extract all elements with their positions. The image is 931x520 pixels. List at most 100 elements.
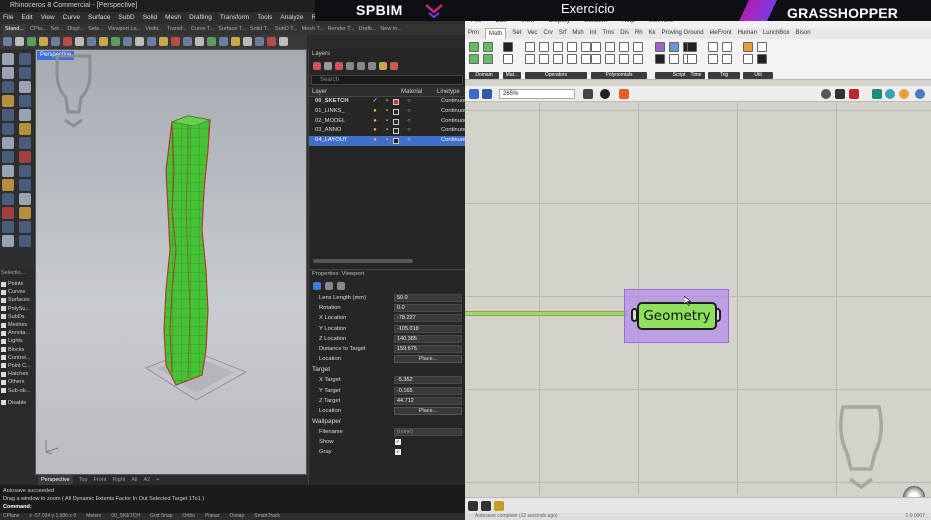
property-value-field[interactable]: -78.227	[394, 314, 462, 323]
tool-icon[interactable]	[2, 235, 14, 247]
checkbox[interactable]	[1, 281, 6, 287]
util-icon[interactable]	[743, 42, 753, 52]
toolbar-tab[interactable]: Curve T...	[191, 24, 214, 35]
gh-tab[interactable]: Crv	[543, 28, 552, 39]
checkbox[interactable]	[1, 371, 6, 377]
checkbox[interactable]	[1, 289, 6, 295]
toolbar-command-icon[interactable]	[183, 37, 192, 46]
tool-icon[interactable]	[19, 151, 31, 163]
power-icon[interactable]	[619, 54, 629, 64]
perspective-viewport[interactable]: Perspective	[35, 49, 307, 475]
layer-name[interactable]: 02_MODEL	[309, 117, 369, 127]
selection-filter-item[interactable]: Control...	[1, 354, 33, 362]
layer-lock-icon[interactable]: ▪	[381, 136, 393, 146]
material-icon[interactable]: ○	[403, 107, 415, 117]
tool-icon[interactable]	[19, 123, 31, 135]
power-icon[interactable]	[605, 54, 615, 64]
selection-filter-item[interactable]: Lights	[1, 337, 33, 345]
layer-states-icon[interactable]	[390, 62, 398, 70]
new-layer-icon[interactable]	[313, 62, 321, 70]
tool-icon[interactable]	[19, 221, 31, 233]
tool-icon[interactable]	[2, 165, 14, 177]
power-icon[interactable]	[591, 54, 601, 64]
selection-filter-item[interactable]: Points	[1, 280, 33, 288]
selection-filter-item[interactable]: Others	[1, 378, 33, 386]
tool-icon[interactable]	[19, 109, 31, 121]
layer-linetype[interactable]: Continuous	[441, 107, 465, 117]
toolbar-command-icon[interactable]	[99, 37, 108, 46]
toolbar-tab[interactable]: Stand...	[3, 24, 26, 35]
viewport-tab[interactable]: Front	[94, 475, 107, 485]
layer-color-swatch[interactable]	[393, 99, 399, 105]
toolbar-command-icon[interactable]	[111, 37, 120, 46]
layer-linetype[interactable]: Continuous	[441, 97, 465, 107]
toolbar-tab[interactable]: Surface T...	[218, 24, 246, 35]
tool-icon[interactable]	[2, 137, 14, 149]
cosine-icon[interactable]	[722, 42, 732, 52]
layer-visible-icon[interactable]: ●	[369, 107, 381, 117]
layer-name[interactable]: 04_LAYOUT	[309, 136, 369, 146]
toolbar-command-icon[interactable]	[207, 37, 216, 46]
tool-icon[interactable]	[19, 207, 31, 219]
toolbar-command-icon[interactable]	[171, 37, 180, 46]
selection-filter-item[interactable]: Surfaces	[1, 296, 33, 304]
property-value-field[interactable]: 159.675	[394, 344, 462, 353]
gh-tab[interactable]: Int	[590, 28, 597, 39]
preview-mode-icon[interactable]	[835, 89, 845, 99]
toolbar-tab[interactable]: Mesh T...	[302, 24, 324, 35]
viewport-tab[interactable]: +	[156, 475, 159, 485]
gate-icon[interactable]	[581, 54, 591, 64]
power-icon[interactable]	[605, 42, 615, 52]
layer-color-swatch[interactable]	[393, 128, 399, 135]
toolbar-tab[interactable]: Solid T...	[250, 24, 271, 35]
zoom-extents-icon[interactable]	[583, 89, 593, 99]
layers-scrollbar[interactable]	[313, 259, 413, 263]
menu-item-transform[interactable]: Transform	[220, 12, 249, 24]
material-icon[interactable]: ○	[403, 117, 415, 127]
filename-field[interactable]: (none)	[394, 428, 462, 437]
checkbox[interactable]	[1, 338, 6, 344]
twisted-tower-model[interactable]	[136, 110, 256, 405]
power-icon[interactable]	[591, 42, 601, 52]
toolbar-command-icon[interactable]	[51, 37, 60, 46]
status-item[interactable]: CPlane	[3, 513, 19, 520]
gh-tab[interactable]: Vec	[527, 28, 537, 39]
toolbar-command-icon[interactable]	[147, 37, 156, 46]
gh-tab[interactable]: Bison	[796, 28, 811, 39]
checkbox[interactable]	[1, 314, 6, 320]
new-sublayer-icon[interactable]	[324, 62, 332, 70]
checkbox[interactable]	[1, 322, 6, 328]
menu-item-analyze[interactable]: Analyze	[280, 12, 303, 24]
layer-row[interactable]: 03_ANNO●▪ ○ Continuous	[309, 126, 465, 136]
material-icon[interactable]: ○	[403, 97, 415, 107]
layer-name[interactable]: 03_ANNO	[309, 126, 369, 136]
toolbar-command-icon[interactable]	[123, 37, 132, 46]
tool-icon[interactable]	[2, 81, 14, 93]
selection-filter-item[interactable]: Blocks	[1, 346, 33, 354]
divide-icon[interactable]	[539, 54, 549, 64]
checkbox[interactable]	[1, 330, 6, 336]
checkbox[interactable]	[1, 297, 6, 303]
gh-tab[interactable]: Trns	[602, 28, 614, 39]
subtract-icon[interactable]	[525, 54, 535, 64]
tool-icon[interactable]	[2, 151, 14, 163]
menu-item-view[interactable]: View	[41, 12, 55, 24]
checkbox[interactable]	[1, 306, 6, 312]
menu-item-file[interactable]: File	[3, 12, 13, 24]
add-icon[interactable]	[525, 42, 535, 52]
tangent-icon[interactable]	[708, 54, 718, 64]
checkbox[interactable]	[1, 379, 6, 385]
selection-filter-item[interactable]: Annota...	[1, 329, 33, 337]
status-item[interactable]: 00_SKETCH	[111, 513, 140, 520]
layer-lock-icon[interactable]: ▪	[381, 126, 393, 136]
gh-tab[interactable]: Rh	[635, 28, 643, 39]
toolbar-tab[interactable]: CPla...	[30, 24, 47, 35]
property-value-field[interactable]: -0.165	[394, 386, 462, 395]
layer-visible-icon[interactable]: ●	[369, 117, 381, 127]
sketch-tool-icon[interactable]	[481, 501, 491, 511]
command-input[interactable]: Command:	[3, 503, 465, 511]
disable-filter-checkbox[interactable]: Disable	[1, 399, 33, 407]
move-up-icon[interactable]	[346, 62, 354, 70]
toolbar-command-icon[interactable]	[195, 37, 204, 46]
layer-linetype[interactable]: Continuous	[441, 136, 465, 146]
